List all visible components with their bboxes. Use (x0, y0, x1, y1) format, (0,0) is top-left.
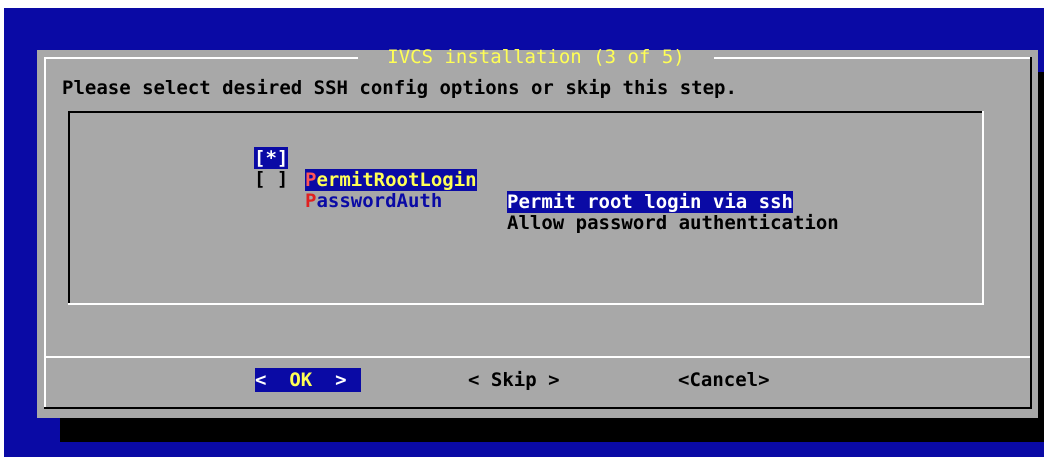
option-checkbox[interactable]: [ ] (254, 168, 288, 190)
ok-button-right-bracket: > (335, 369, 347, 391)
dialog-border-right (1030, 57, 1032, 409)
option-description: Permit root login via ssh (507, 191, 793, 213)
dialog-border-top-left (44, 57, 358, 59)
option-tag: PasswordAuth (305, 190, 442, 212)
option-description: Allow password authentication (507, 212, 839, 234)
checklist-box: [*] PermitRootLogin Permit root login vi… (68, 111, 984, 305)
dialog-border-top-right (714, 57, 1032, 59)
button-separator (46, 356, 1030, 358)
option-hotkey: P (305, 190, 317, 212)
terminal-screen: IVCS installation (3 of 5) Please select… (4, 8, 1044, 457)
ok-button[interactable]: < OK > (255, 368, 361, 392)
cancel-button[interactable]: <Cancel> (678, 368, 770, 392)
button-row: < OK > < Skip > <Cancel> (37, 368, 1038, 394)
ssh-config-dialog: IVCS installation (3 of 5) Please select… (37, 46, 1038, 418)
ok-button-label: OK (289, 369, 313, 391)
dialog-border-bottom (44, 407, 1032, 409)
dialog-prompt: Please select desired SSH config options… (62, 77, 737, 99)
dialog-title: IVCS installation (3 of 5) (387, 46, 685, 68)
option-permit-root-login[interactable]: [*] PermitRootLogin Permit root login vi… (254, 125, 814, 213)
option-password-auth[interactable]: [ ] PasswordAuth Allow password authenti… (254, 146, 854, 234)
ok-button-left-bracket: < (255, 369, 267, 391)
skip-button[interactable]: < Skip > (468, 368, 560, 392)
option-tag-rest: asswordAuth (316, 190, 443, 212)
